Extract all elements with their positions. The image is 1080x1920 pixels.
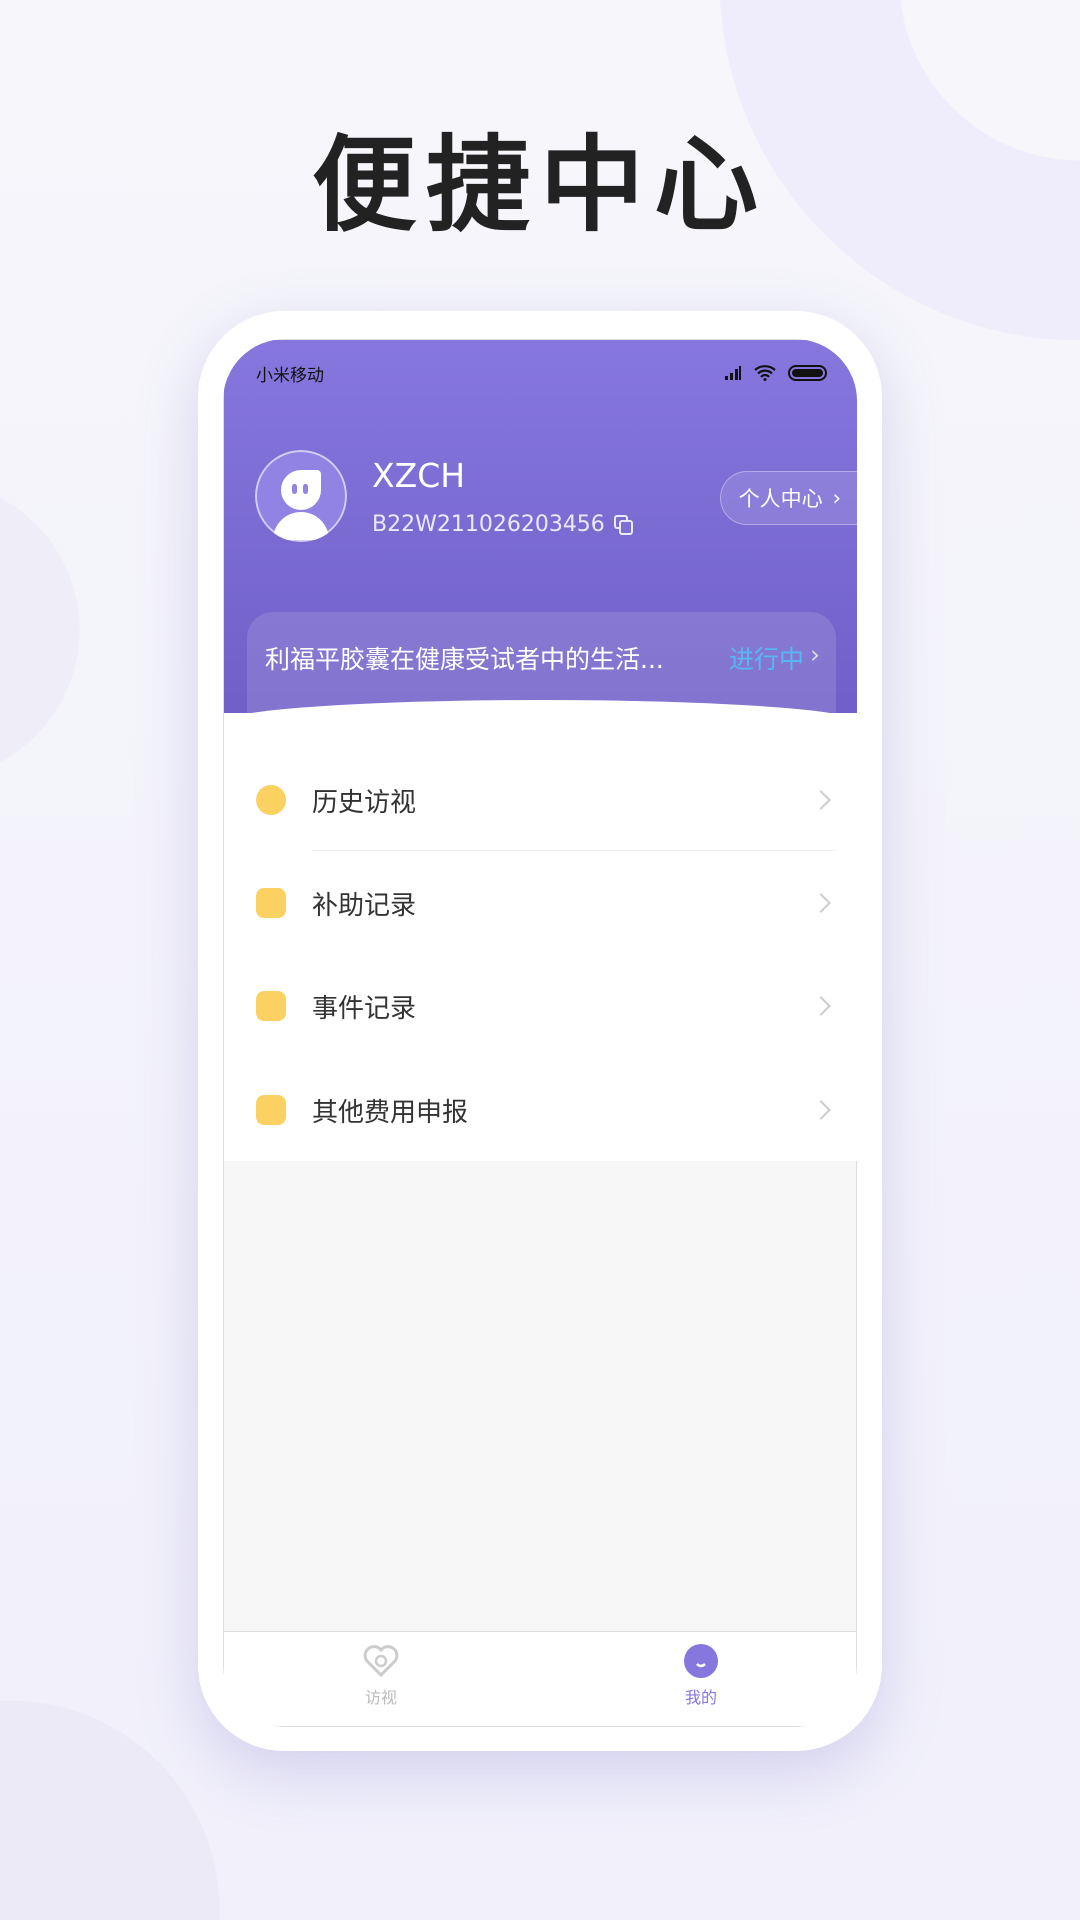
page-title: 便捷中心 (311, 124, 768, 246)
clock-icon (256, 785, 286, 815)
chevron-right-icon (811, 1100, 831, 1120)
smile-face-icon (684, 1644, 718, 1678)
menu-item-label: 事件记录 (312, 993, 417, 1024)
tab-label: 访视 (364, 1688, 397, 1707)
tab-label: 我的 (684, 1688, 717, 1707)
copy-icon[interactable] (613, 514, 635, 536)
carrier: 小米移动 (256, 365, 324, 386)
menu-item-label: 历史访视 (312, 787, 417, 818)
tab-visits[interactable]: 访视 (321, 1644, 441, 1708)
tab-bar: 访视 我的 (224, 1631, 856, 1726)
personal-center-label: 个人中心 (738, 487, 823, 511)
signal-icon (725, 366, 741, 380)
checklist-icon (256, 991, 286, 1021)
divider (312, 850, 836, 851)
menu-item-event-records[interactable]: 事件记录 (224, 961, 857, 1051)
menu-item-other-expenses[interactable]: 其他费用申报 (224, 1065, 857, 1155)
user-name: XZCH (372, 456, 466, 495)
menu-item-label: 其他费用申报 (312, 1097, 469, 1128)
wifi-icon (754, 365, 776, 381)
tab-mine[interactable]: 我的 (641, 1644, 761, 1708)
avatar[interactable] (255, 450, 347, 542)
user-id: B22W211026203456 (372, 512, 605, 537)
heart-search-icon (363, 1645, 399, 1678)
menu-list: 历史访视 补助记录 事件记录 其他费用申报 (224, 713, 857, 1161)
chevron-right-icon (811, 893, 831, 913)
personal-center-button[interactable]: 个人中心 › (719, 471, 857, 525)
menu-item-label: 补助记录 (312, 890, 417, 921)
phone-screen: 小米移动 XZCH B22W211026203456 个人中心 › 利福平胶囊在… (223, 339, 857, 1727)
user-id-row: B22W211026203456 (372, 512, 635, 537)
menu-item-subsidy-records[interactable]: 补助记录 (224, 858, 857, 948)
chevron-right-icon: › (832, 486, 841, 510)
bg-circle (0, 480, 80, 780)
chevron-right-icon (811, 996, 831, 1016)
yuan-receipt-icon (256, 1095, 286, 1125)
bg-circle (0, 1690, 230, 1920)
status-bar: 小米移动 (256, 358, 828, 388)
battery-icon (788, 365, 827, 381)
edit-note-icon (256, 888, 286, 918)
chevron-right-icon (811, 790, 831, 810)
menu-item-history-visits[interactable]: 历史访视 (224, 755, 857, 845)
profile-header: 小米移动 XZCH B22W211026203456 个人中心 › 利福平胶囊在… (224, 340, 857, 742)
